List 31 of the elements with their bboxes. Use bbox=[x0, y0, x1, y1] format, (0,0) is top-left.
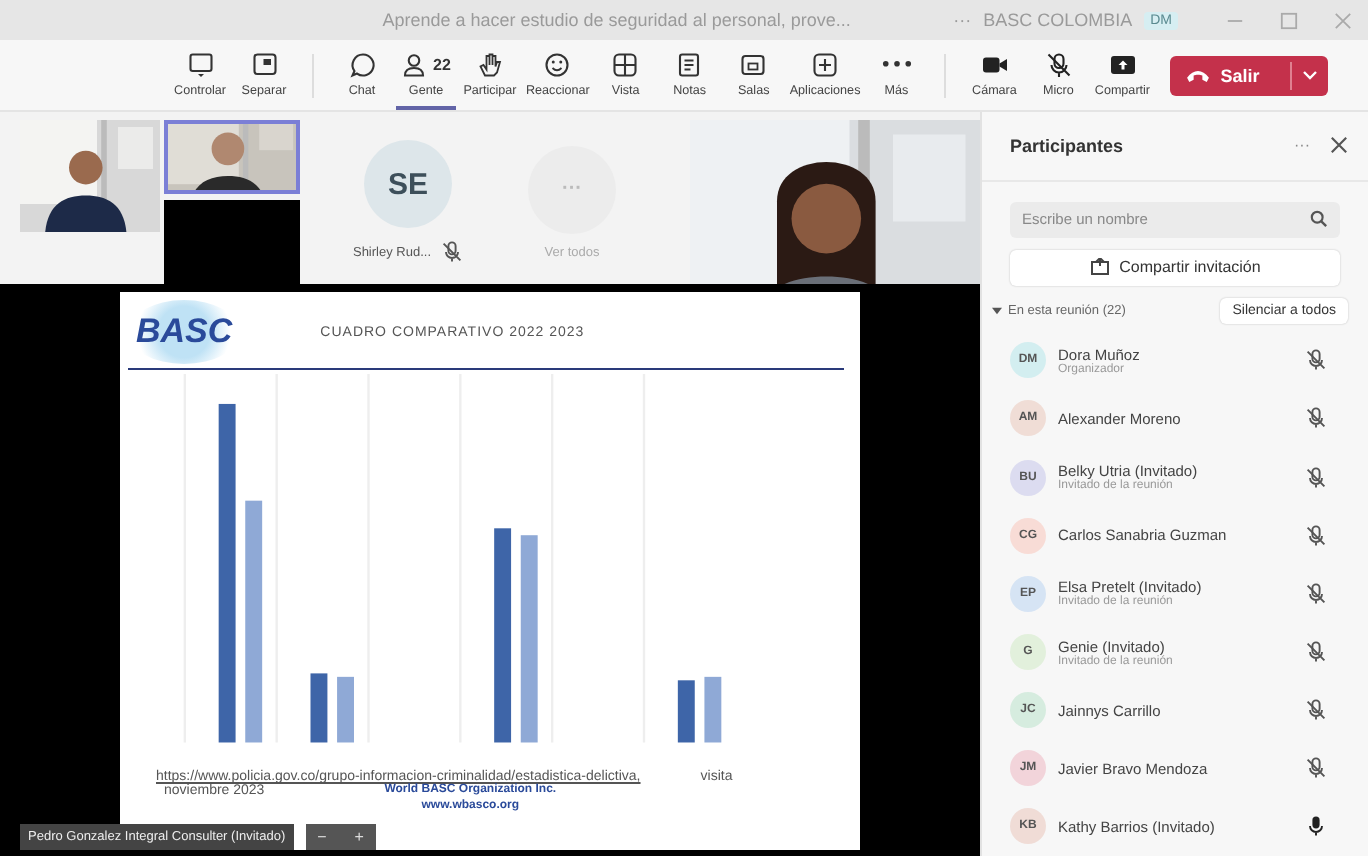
leave-button[interactable]: Salir bbox=[1170, 55, 1328, 95]
caret-icon[interactable] bbox=[992, 305, 1002, 316]
notes-icon bbox=[674, 49, 705, 79]
popout-icon bbox=[249, 49, 279, 79]
search-icon bbox=[1310, 210, 1328, 229]
bar bbox=[337, 676, 354, 743]
chat-icon bbox=[347, 49, 377, 79]
share-invite-button[interactable]: Compartir invitación bbox=[1010, 249, 1340, 286]
more-icon bbox=[881, 60, 912, 68]
bar bbox=[704, 676, 722, 743]
smiley-icon bbox=[542, 49, 573, 79]
plus-square-icon bbox=[810, 49, 841, 79]
close-icon[interactable] bbox=[1330, 136, 1348, 155]
rooms-icon bbox=[738, 49, 769, 79]
window-title: Aprende a hacer estudio de seguridad al personal, prove... bbox=[380, 10, 853, 30]
grid-icon bbox=[610, 49, 641, 79]
bar bbox=[677, 680, 695, 743]
zoom-button[interactable]: − bbox=[317, 828, 327, 846]
share-icon bbox=[1089, 258, 1110, 277]
video-tile[interactable] bbox=[164, 120, 300, 194]
bar bbox=[310, 673, 328, 743]
panel-title: Participantes bbox=[1010, 135, 1126, 156]
phone-icon bbox=[1186, 69, 1211, 81]
organization-name: BASC COLOMBIA bbox=[983, 10, 1133, 30]
screen-icon bbox=[185, 49, 215, 79]
hand-icon bbox=[475, 49, 505, 79]
zoom-button[interactable]: + bbox=[354, 828, 364, 846]
count-label: 22 bbox=[433, 55, 451, 73]
mic-off-icon bbox=[1043, 49, 1074, 79]
avatar[interactable]: SE bbox=[364, 140, 452, 228]
caret-icon[interactable] bbox=[1301, 69, 1318, 81]
